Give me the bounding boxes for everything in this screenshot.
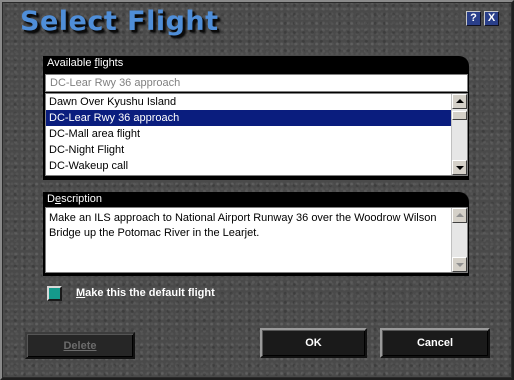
default-flight-label-accel: M xyxy=(76,287,86,299)
selected-flight-field[interactable]: DC-Lear Rwy 36 approach xyxy=(45,74,468,92)
list-item[interactable]: DC-Wakeup call xyxy=(46,158,451,174)
cancel-button[interactable]: Cancel xyxy=(380,328,490,358)
available-flights-label-text: Available xyxy=(47,57,95,69)
flight-list-scrollbar[interactable] xyxy=(451,94,467,175)
available-flights-label-text-end: lights xyxy=(97,57,124,69)
description-scrollbar[interactable] xyxy=(451,208,467,272)
description-box: Make an ILS approach to National Airport… xyxy=(45,207,468,273)
scroll-up-button[interactable] xyxy=(452,208,467,223)
description-label-text-end: scription xyxy=(61,193,103,205)
scroll-thumb[interactable] xyxy=(452,111,467,120)
delete-button[interactable]: Delete xyxy=(25,332,135,359)
flight-list[interactable]: Dawn Over Kyushu Island DC-Lear Rwy 36 a… xyxy=(45,93,468,176)
list-item[interactable]: Dawn Over Kyushu Island xyxy=(46,94,451,110)
arrow-up-icon xyxy=(456,99,464,103)
ok-button-label: OK xyxy=(305,337,322,349)
help-button[interactable]: ? xyxy=(466,11,481,26)
arrow-up-icon xyxy=(456,213,464,217)
scroll-up-button[interactable] xyxy=(452,94,467,109)
description-label: Description xyxy=(43,192,469,206)
arrow-down-icon xyxy=(456,263,464,267)
default-flight-label-text: ake this the default flight xyxy=(85,287,215,299)
close-button[interactable]: X xyxy=(484,11,499,26)
scroll-down-button[interactable] xyxy=(452,160,467,175)
ok-button[interactable]: OK xyxy=(260,328,367,358)
default-flight-checkbox[interactable] xyxy=(47,286,62,301)
default-flight-label[interactable]: Make this the default flight xyxy=(76,287,215,299)
list-item-selected[interactable]: DC-Lear Rwy 36 approach xyxy=(46,110,451,126)
scroll-down-button[interactable] xyxy=(452,257,467,272)
description-label-text: D xyxy=(47,193,55,205)
arrow-down-icon xyxy=(456,166,464,170)
list-item[interactable]: DC-Mall area flight xyxy=(46,126,451,142)
delete-button-label: Delete xyxy=(63,339,97,352)
description-text: Make an ILS approach to National Airport… xyxy=(49,212,437,239)
cancel-button-label: Cancel xyxy=(416,337,454,349)
list-item[interactable]: DC-Night Flight xyxy=(46,142,451,158)
available-flights-label: Available flights xyxy=(43,56,469,70)
dialog-title: Select Flight xyxy=(20,6,219,37)
